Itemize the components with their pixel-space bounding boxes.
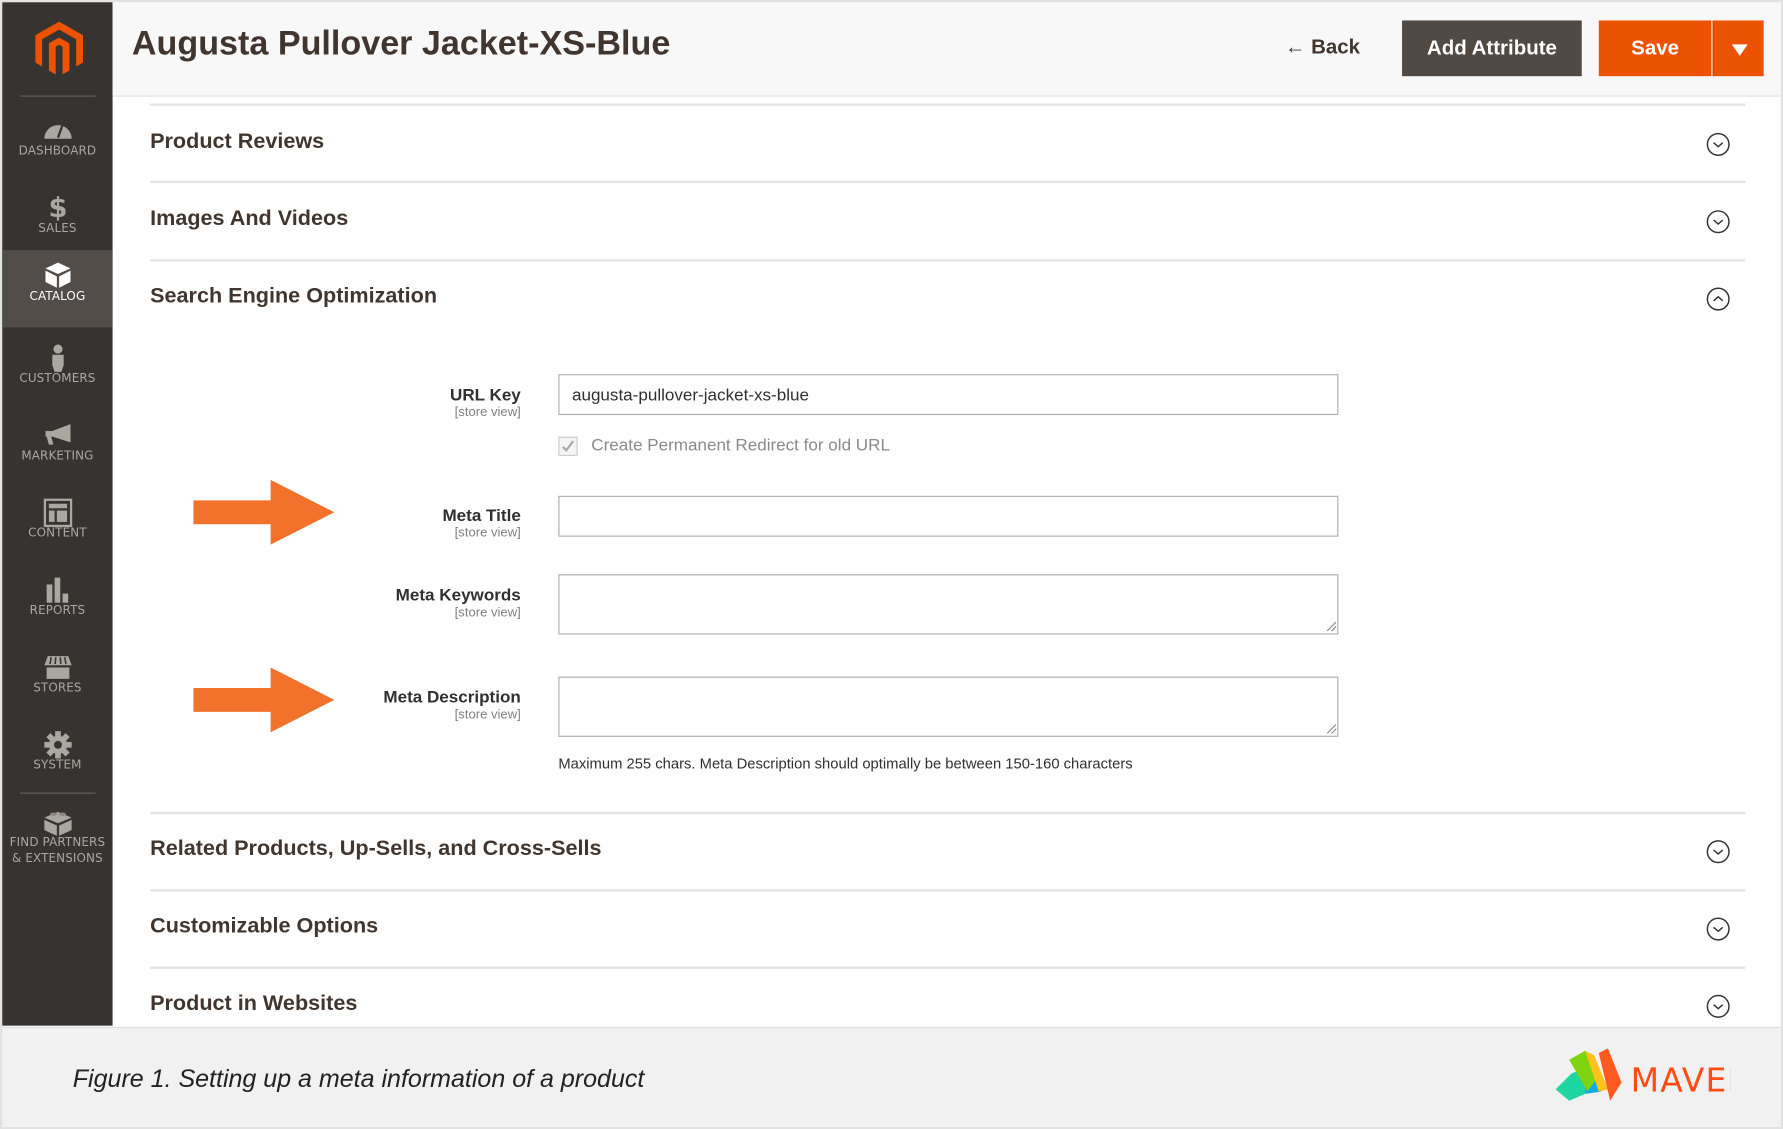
sidebar-item-content[interactable]: CONTENT <box>2 487 112 564</box>
page-title: Augusta Pullover Jacket-XS-Blue <box>131 25 671 63</box>
megaphone-icon <box>45 424 71 445</box>
gear-icon <box>44 731 72 759</box>
meta-description-textarea[interactable] <box>558 676 1339 737</box>
sidebar-divider <box>20 95 96 97</box>
section-customizable-options[interactable]: Customizable Options <box>150 905 1745 950</box>
chevron-down-circle-icon[interactable] <box>1706 209 1731 234</box>
section-divider <box>150 259 1746 262</box>
resize-handle[interactable] <box>1327 724 1337 734</box>
figure-caption-bar: Figure 1. Setting up a meta information … <box>2 1026 1781 1127</box>
section-search-engine-optimization[interactable]: Search Engine Optimization <box>150 275 1745 320</box>
back-button[interactable]: ← Back <box>1285 35 1360 59</box>
section-divider <box>150 966 1746 969</box>
maven-logo-text: MAVEN <box>1631 1061 1731 1100</box>
meta-keywords-textarea[interactable] <box>558 574 1339 635</box>
redirect-checkbox[interactable] <box>558 436 578 456</box>
dashboard-icon <box>44 124 72 139</box>
sidebar-item-sales[interactable]: $ SALES <box>2 182 112 259</box>
section-divider <box>150 889 1746 892</box>
section-divider <box>150 811 1746 815</box>
find-partners-label: FIND PARTNERS <box>9 835 106 850</box>
bar-chart-icon <box>46 577 69 603</box>
lego-brick-icon <box>44 811 72 836</box>
svg-text:$: $ <box>49 193 68 220</box>
chevron-down-circle-icon[interactable] <box>1706 839 1731 864</box>
sidebar-item-marketing[interactable]: MARKETING <box>2 409 112 486</box>
meta-description-note: Maximum 255 chars. Meta Description shou… <box>558 755 1133 773</box>
add-attribute-button[interactable]: Add Attribute <box>1402 20 1582 77</box>
meta-description-label: Meta Description [store view] <box>383 687 521 723</box>
sidebar-item-customers[interactable]: CUSTOMERS <box>2 332 112 409</box>
figure-caption: Figure 1. Setting up a meta information … <box>72 1064 645 1093</box>
extensions-label: & EXTENSIONS <box>12 851 103 866</box>
chevron-up-circle-icon[interactable] <box>1706 287 1731 312</box>
section-related-products[interactable]: Related Products, Up-Sells, and Cross-Se… <box>150 828 1745 873</box>
save-options-dropdown-button[interactable] <box>1712 20 1764 77</box>
section-product-reviews[interactable]: Product Reviews <box>150 121 1745 166</box>
arrow-right-icon <box>193 667 335 733</box>
sidebar-item-find-partners[interactable]: FIND PARTNERS & EXTENSIONS <box>2 796 112 878</box>
sidebar-item-system[interactable]: SYSTEM <box>2 719 112 796</box>
chevron-down-circle-icon[interactable] <box>1706 132 1731 157</box>
sidebar-item-stores[interactable]: STORES <box>2 641 112 718</box>
section-product-in-websites[interactable]: Product in Websites <box>150 982 1745 1027</box>
chevron-down-circle-icon[interactable] <box>1706 994 1731 1019</box>
admin-sidebar: DASHBOARD $ SALES CATALOG CUSTOMERS MARK… <box>2 2 113 1026</box>
chevron-down-circle-icon[interactable] <box>1706 917 1731 942</box>
sidebar-divider <box>20 792 96 794</box>
sidebar-item-catalog[interactable]: CATALOG <box>2 250 113 328</box>
resize-handle[interactable] <box>1327 622 1337 632</box>
arrow-left-icon: ← <box>1284 35 1306 58</box>
save-button[interactable]: Save <box>1598 20 1712 77</box>
meta-keywords-label: Meta Keywords [store view] <box>395 585 521 620</box>
layout-icon <box>43 498 73 528</box>
maven-logo: MAVEN <box>1555 1048 1731 1101</box>
dollar-icon: $ <box>49 193 68 220</box>
section-divider <box>150 180 1746 184</box>
magento-logo-icon[interactable] <box>35 21 84 77</box>
person-icon <box>52 344 64 372</box>
arrow-right-icon <box>193 479 335 545</box>
meta-title-label: Meta Title [store view] <box>442 506 521 541</box>
section-images-and-videos[interactable]: Images And Videos <box>150 198 1745 243</box>
sidebar-item-reports[interactable]: REPORTS <box>2 564 112 641</box>
meta-title-input[interactable] <box>558 495 1339 537</box>
section-divider <box>150 103 1746 106</box>
storefront-icon <box>44 656 72 679</box>
url-key-label: URL Key [store view] <box>450 385 521 420</box>
sidebar-item-dashboard[interactable]: DASHBOARD <box>2 105 112 182</box>
redirect-label: Create Permanent Redirect for old URL <box>591 435 890 455</box>
checkmark-icon <box>562 440 575 453</box>
page-header: Augusta Pullover Jacket-XS-Blue ← Back A… <box>112 2 1781 97</box>
url-key-input[interactable] <box>558 374 1339 416</box>
box-icon <box>45 262 71 288</box>
